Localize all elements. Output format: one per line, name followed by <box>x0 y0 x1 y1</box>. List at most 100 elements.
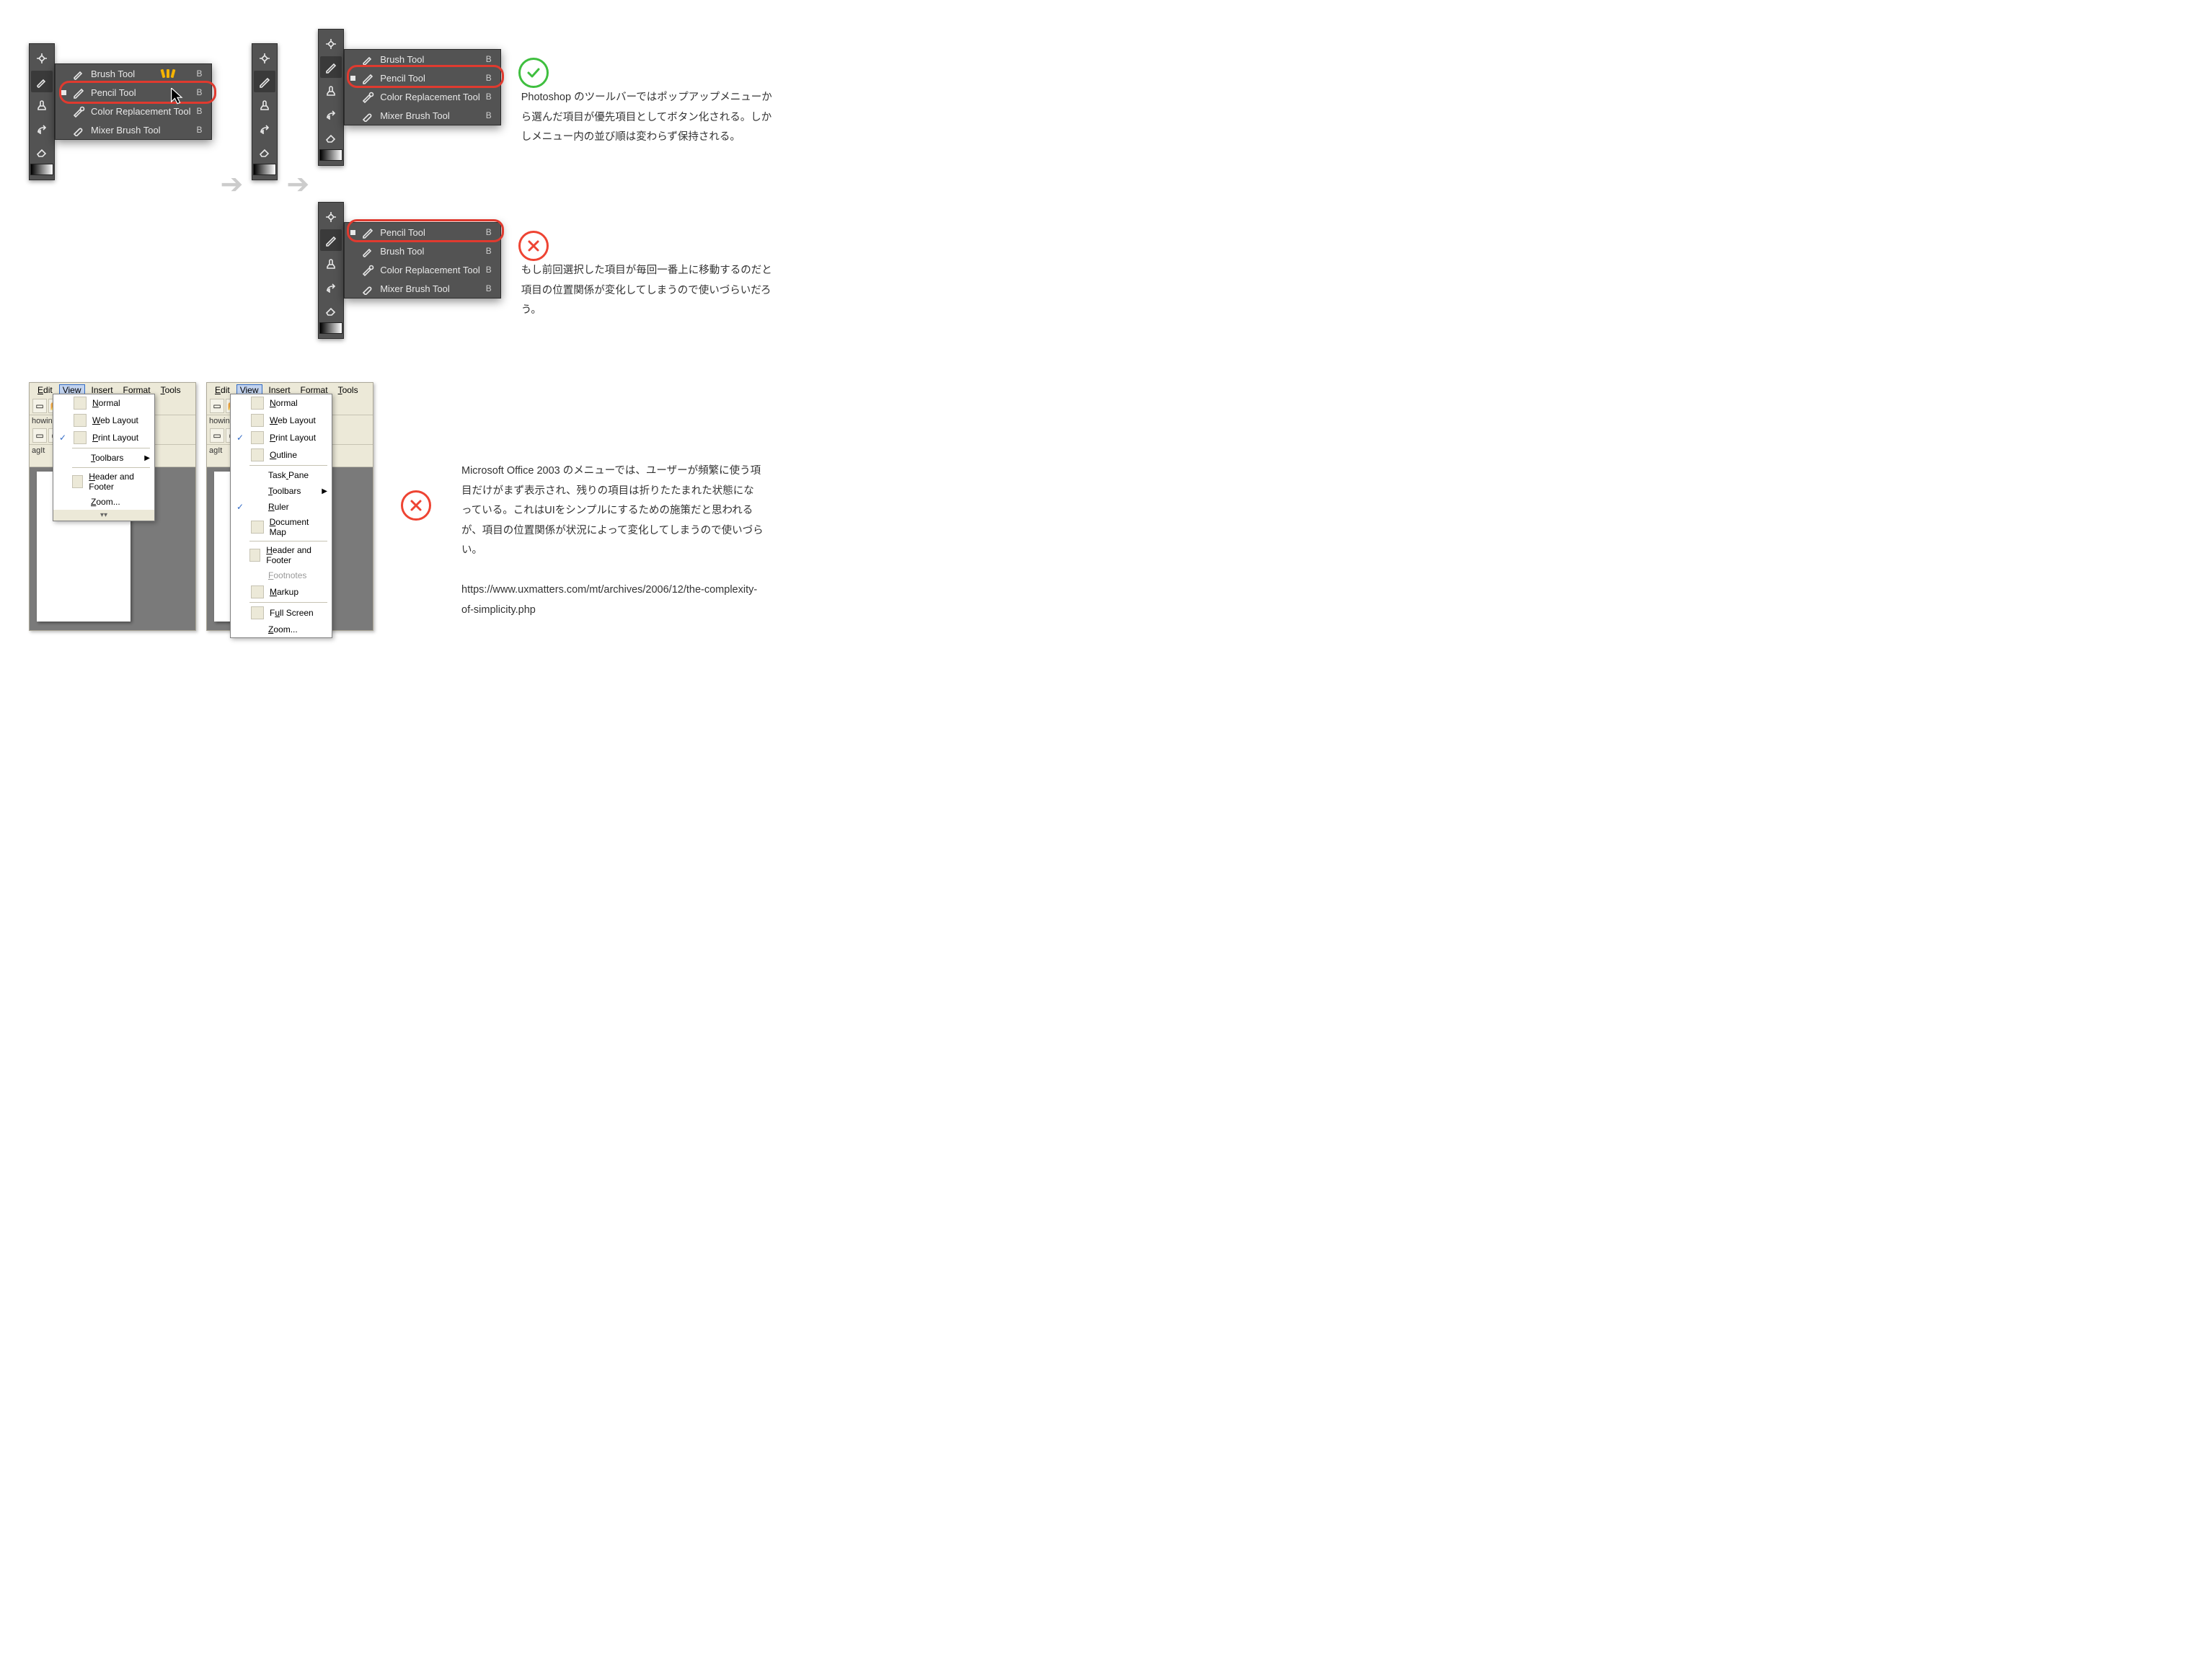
page-icon <box>74 431 87 444</box>
tool-stamp[interactable] <box>31 94 53 115</box>
flyout-item[interactable]: Brush ToolB <box>56 64 211 83</box>
ps-toolbar-bad[interactable] <box>318 202 344 339</box>
menu-item-label: Markup <box>270 587 298 597</box>
menu-item[interactable]: ✓ Print Layout <box>53 429 154 446</box>
tbtn-new[interactable]: ▭ <box>32 399 47 413</box>
view-menu-full[interactable]: NormalWeb Layout✓Print LayoutOutline Task… <box>230 394 332 638</box>
menu-item[interactable]: Full Screen <box>231 604 332 622</box>
check-icon: ✓ <box>58 433 68 443</box>
menu-item[interactable]: Web Layout <box>53 412 154 429</box>
flyout-item[interactable]: Mixer Brush ToolB <box>345 279 500 298</box>
arrow-icon: ➔ <box>221 168 244 200</box>
menu-item[interactable]: Header and Footer <box>231 543 332 567</box>
tool-erase[interactable] <box>320 125 342 147</box>
menu-item-label: Full Screen <box>270 608 314 618</box>
page-icon <box>251 397 264 410</box>
tool-heal[interactable] <box>31 48 53 69</box>
menubar-item[interactable]: Tools <box>157 384 185 396</box>
flyout-item-shortcut: B <box>486 54 492 64</box>
selected-marker <box>350 230 355 235</box>
flyout-item[interactable]: Pencil ToolB <box>345 223 500 242</box>
tool-history[interactable] <box>320 102 342 124</box>
menu-item-label: Header and Footer <box>266 545 327 565</box>
cross-badge <box>401 490 431 521</box>
tool-erase[interactable] <box>320 299 342 320</box>
tool-brush-slot[interactable] <box>31 71 53 92</box>
menu-item[interactable]: Normal <box>231 394 332 412</box>
tool-history[interactable] <box>31 117 53 138</box>
ps-flyout: Brush ToolBPencil ToolBColor Replacement… <box>55 63 212 140</box>
menubar-item[interactable]: Tools <box>335 384 362 396</box>
selected-marker <box>61 109 66 114</box>
menu-item[interactable]: Markup <box>231 583 332 601</box>
view-menu-short[interactable]: Normal Web Layout ✓ Print Layout Toolbars▶ He… <box>53 394 155 521</box>
page-icon <box>249 549 260 562</box>
flyout-item-shortcut: B <box>197 68 203 79</box>
gradient-swatch[interactable] <box>319 149 342 161</box>
gradient-swatch[interactable] <box>253 164 276 175</box>
tool-stamp[interactable] <box>254 94 275 115</box>
ps-toolbar-after[interactable] <box>252 43 278 180</box>
menu-item[interactable]: Header and Footer <box>53 469 154 494</box>
flyout-item-shortcut: B <box>486 73 492 83</box>
menu-item[interactable]: Toolbars▶ <box>231 483 332 499</box>
tool-pencil-slot[interactable] <box>254 71 275 92</box>
flyout-item-shortcut: B <box>486 283 492 293</box>
menu-item[interactable]: Zoom... <box>231 622 332 637</box>
tool-history[interactable] <box>254 117 275 138</box>
tbtn-a[interactable]: ▭ <box>210 428 224 443</box>
menu-item-label: Zoom... <box>268 624 298 635</box>
submenu-arrow-icon: ▶ <box>322 487 327 495</box>
menu-item[interactable]: Zoom... <box>53 494 154 510</box>
flyout-item[interactable]: Pencil ToolB <box>345 68 500 87</box>
flyout-item[interactable]: Color Replacement ToolB <box>345 260 500 279</box>
menu-item[interactable]: Task Pane <box>231 467 332 483</box>
flyout-item[interactable]: Brush ToolB <box>345 242 500 260</box>
menu-item-label: Print Layout <box>92 433 138 443</box>
gradient-swatch[interactable] <box>319 322 342 334</box>
flyout-item-label: Pencil Tool <box>91 87 136 98</box>
tool-pencil-slot[interactable] <box>320 56 342 78</box>
flyout-item-shortcut: B <box>486 92 492 102</box>
page-icon <box>251 448 264 461</box>
brush-icon <box>361 53 374 66</box>
globe-icon <box>74 414 87 427</box>
selected-marker <box>61 90 66 95</box>
menu-item[interactable]: ✓Ruler <box>231 499 332 515</box>
no-icon <box>251 624 262 635</box>
menu-item[interactable]: Outline <box>231 446 332 464</box>
selected-marker <box>350 57 355 62</box>
menu-separator <box>249 465 327 466</box>
tool-erase[interactable] <box>254 140 275 162</box>
tool-heal[interactable] <box>254 48 275 69</box>
tbtn-new[interactable]: ▭ <box>210 399 224 413</box>
flyout-item[interactable]: Pencil ToolB <box>56 83 211 102</box>
tool-stamp[interactable] <box>320 79 342 101</box>
page-icon <box>251 521 264 534</box>
flyout-item[interactable]: Color Replacement ToolB <box>345 87 500 106</box>
selected-marker <box>61 71 66 76</box>
tool-stamp[interactable] <box>320 252 342 274</box>
ps-toolbar-good[interactable] <box>318 29 344 166</box>
flyout-item[interactable]: Mixer Brush ToolB <box>345 106 500 125</box>
tool-heal[interactable] <box>320 206 342 228</box>
tool-erase[interactable] <box>31 140 53 162</box>
menu-item[interactable]: Web Layout <box>231 412 332 429</box>
expand-chevron[interactable]: ▾▾ <box>53 510 154 521</box>
menu-item[interactable]: Toolbars▶ <box>53 450 154 466</box>
tool-heal[interactable] <box>320 33 342 55</box>
menu-item-label: Web Layout <box>92 415 138 425</box>
gradient-swatch[interactable] <box>30 164 53 175</box>
menu-item[interactable]: Normal <box>53 394 154 412</box>
flyout-item[interactable]: Brush ToolB <box>345 50 500 68</box>
check-icon: ✓ <box>235 502 245 512</box>
menu-item[interactable]: ✓Print Layout <box>231 429 332 446</box>
mixer-icon <box>361 282 374 295</box>
tool-history[interactable] <box>320 275 342 297</box>
flyout-item[interactable]: Color Replacement ToolB <box>56 102 211 120</box>
menu-item[interactable]: Document Map <box>231 515 332 539</box>
ps-toolbar[interactable] <box>29 43 55 180</box>
flyout-item[interactable]: Mixer Brush ToolB <box>56 120 211 139</box>
tool-pencil-slot[interactable] <box>320 229 342 251</box>
tbtn-a[interactable]: ▭ <box>32 428 47 443</box>
